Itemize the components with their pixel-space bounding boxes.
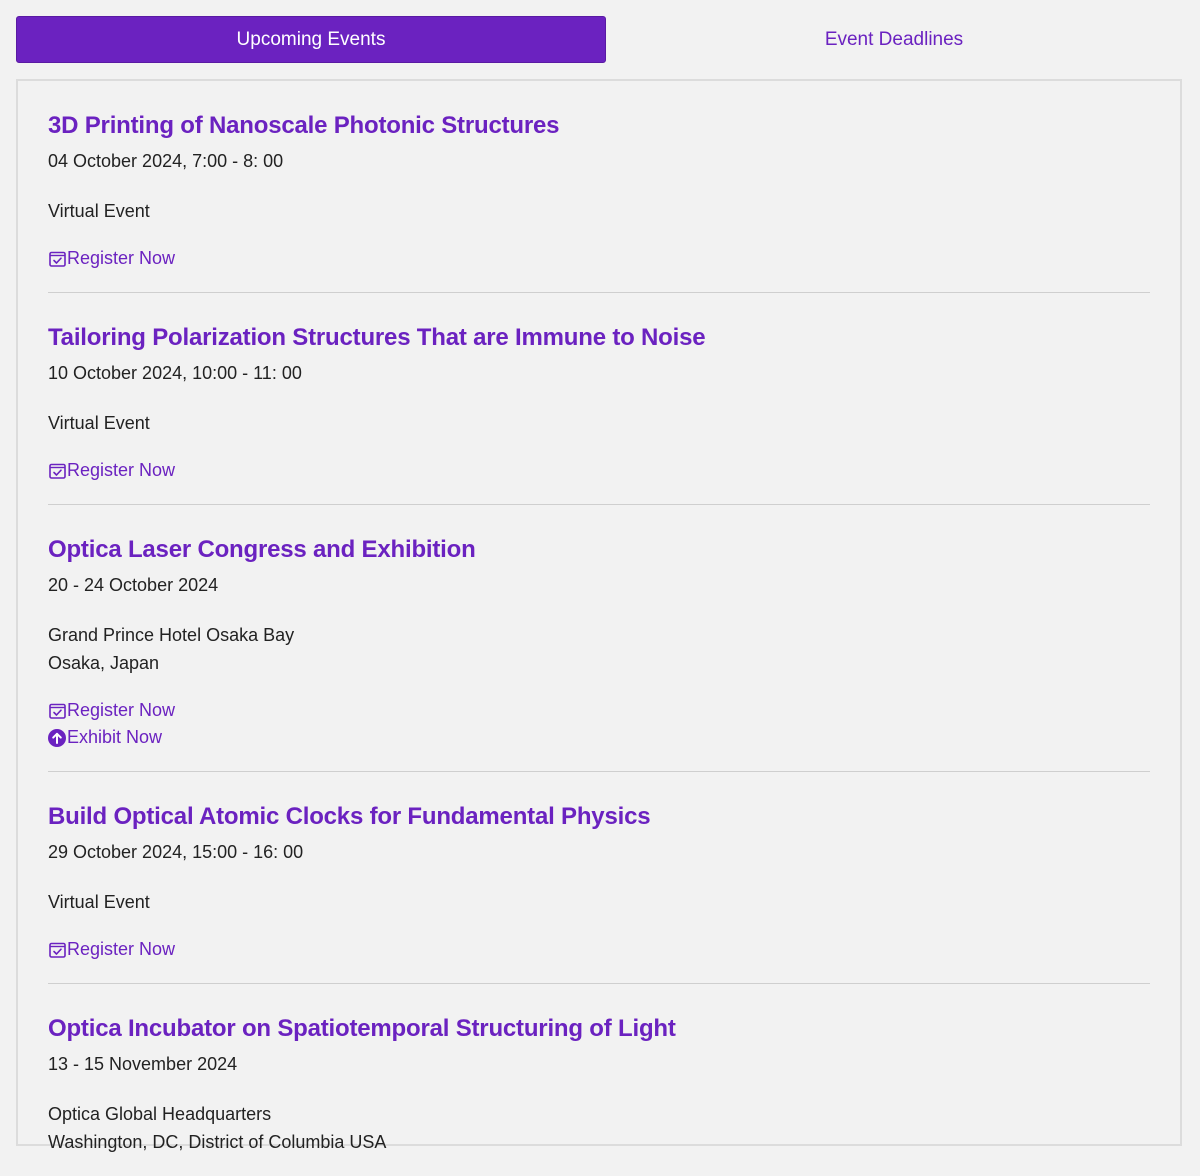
register-now-link[interactable]: Register Now: [48, 697, 1150, 724]
link-label: Register Now: [67, 700, 176, 720]
arrow-up-circle-icon: [48, 728, 66, 747]
event-title-link[interactable]: Optica Laser Congress and Exhibition: [48, 535, 1150, 565]
register-now-link[interactable]: Register Now: [48, 936, 1150, 963]
tab-upcoming-events[interactable]: Upcoming Events: [16, 16, 606, 63]
event-location: Virtual Event: [48, 888, 1150, 916]
link-label: Register Now: [67, 939, 176, 959]
register-now-link[interactable]: Register Now: [48, 457, 1150, 484]
event-location: Virtual Event: [48, 409, 1150, 437]
event-location-line: Virtual Event: [48, 413, 150, 433]
link-label: Register Now: [67, 248, 176, 268]
calendar-check-icon: [48, 250, 66, 268]
event-links: Register Now: [48, 245, 1150, 272]
event-title-link[interactable]: Build Optical Atomic Clocks for Fundamen…: [48, 802, 1150, 832]
event-location: Optica Global Headquarters Washington, DC…: [48, 1100, 1150, 1156]
event-item: Tailoring Polarization Structures That a…: [48, 293, 1150, 505]
event-title-link[interactable]: Tailoring Polarization Structures That a…: [48, 323, 1150, 353]
event-location-line: Optica Global Headquarters: [48, 1104, 272, 1124]
event-item: Optica Incubator on Spatiotemporal Struc…: [48, 984, 1150, 1176]
event-location-line: Osaka, Japan: [48, 653, 160, 673]
event-item: Build Optical Atomic Clocks for Fundamen…: [48, 772, 1150, 984]
calendar-check-icon: [48, 941, 66, 959]
tab-event-deadlines[interactable]: Event Deadlines: [606, 16, 1182, 63]
exhibit-now-link[interactable]: Exhibit Now: [48, 724, 1150, 751]
event-title-link[interactable]: 3D Printing of Nanoscale Photonic Struct…: [48, 111, 1150, 141]
event-links: Register Now Exhibit Now: [48, 697, 1150, 751]
calendar-check-icon: [48, 462, 66, 480]
event-date: 20 - 24 October 2024: [48, 575, 219, 595]
event-location-line: Washington, DC, District of Columbia USA: [48, 1132, 387, 1152]
event-location-line: Virtual Event: [48, 892, 150, 912]
events-panel: 3D Printing of Nanoscale Photonic Struct…: [16, 79, 1182, 1152]
event-location: Grand Prince Hotel Osaka Bay Osaka, Japan: [48, 621, 1150, 677]
link-label: Exhibit Now: [67, 727, 163, 747]
calendar-check-icon: [48, 702, 66, 720]
event-tabs: Upcoming Events Event Deadlines: [16, 16, 1182, 63]
event-date: 13 - 15 November 2024: [48, 1054, 238, 1074]
event-location-line: Virtual Event: [48, 201, 150, 221]
event-links: Register Now: [48, 936, 1150, 963]
event-date: 10 October 2024, 10:00 - 11: 00: [48, 363, 302, 383]
link-label: Register Now: [67, 460, 176, 480]
event-item: 3D Printing of Nanoscale Photonic Struct…: [48, 81, 1150, 293]
event-item: Optica Laser Congress and Exhibition 20 -…: [48, 505, 1150, 772]
register-now-link[interactable]: Register Now: [48, 245, 1150, 272]
event-location-line: Grand Prince Hotel Osaka Bay: [48, 625, 295, 645]
event-location: Virtual Event: [48, 197, 1150, 225]
event-links: Register Now: [48, 457, 1150, 484]
event-date: 29 October 2024, 15:00 - 16: 00: [48, 842, 304, 862]
event-date: 04 October 2024, 7:00 - 8: 00: [48, 151, 284, 171]
event-title-link[interactable]: Optica Incubator on Spatiotemporal Struc…: [48, 1014, 1150, 1044]
